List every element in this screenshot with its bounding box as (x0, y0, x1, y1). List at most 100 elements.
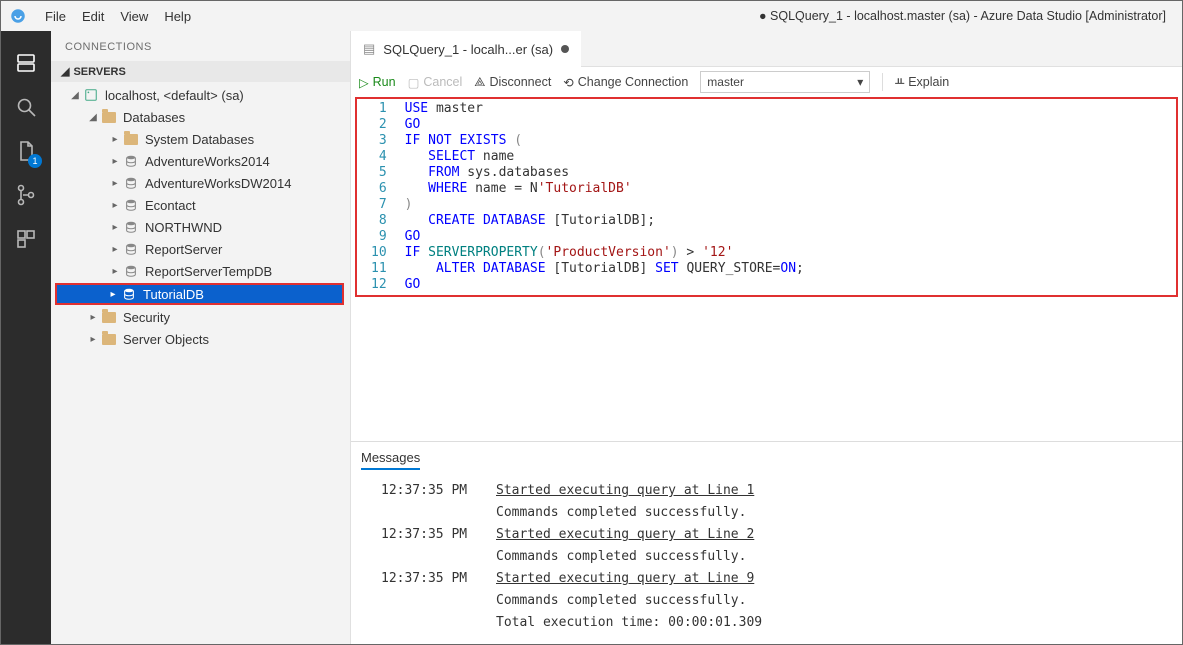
chevron-down-icon: ▾ (857, 75, 863, 89)
app-icon (9, 7, 27, 25)
db-label: Econtact (145, 198, 196, 213)
message-sub: Commands completed successfully. (361, 502, 1172, 524)
database-select-value: master (707, 75, 744, 89)
messages-body: 12:37:35 PM Started executing query at Li… (361, 480, 1172, 634)
message-text: Started executing query at Line 2 (496, 524, 754, 546)
db-label: TutorialDB (143, 287, 204, 302)
change-connection-button[interactable]: ⟲Change Connection (563, 75, 688, 90)
sidebar: CONNECTIONS ◢ SERVERS ◢ localhost, <defa… (51, 31, 351, 644)
folder-icon (123, 131, 139, 147)
database-icon (123, 241, 139, 257)
sidebar-title: CONNECTIONS (51, 31, 350, 61)
message-time: 12:37:35 PM (381, 568, 476, 590)
message-sub: Commands completed successfully. (361, 546, 1172, 568)
dirty-indicator-icon (561, 45, 569, 53)
database-icon (123, 263, 139, 279)
db-node-adventureworks2014[interactable]: ▸AdventureWorks2014 (51, 150, 350, 172)
separator (882, 73, 883, 91)
message-row: 12:37:35 PM Started executing query at Li… (361, 568, 1172, 590)
menu-edit[interactable]: Edit (74, 5, 112, 28)
file-icon: ▤ (363, 41, 375, 57)
database-icon (123, 219, 139, 235)
message-time: 12:37:35 PM (381, 524, 476, 546)
servers-activity-icon[interactable] (2, 41, 50, 85)
servers-section-header[interactable]: ◢ SERVERS (51, 61, 350, 82)
db-node-econtact[interactable]: ▸ Econtact (51, 194, 350, 216)
db-node-reportservertempdb[interactable]: ▸ReportServerTempDB (51, 260, 350, 282)
server-node[interactable]: ◢ localhost, <default> (sa) (51, 84, 350, 106)
databases-folder-node[interactable]: ◢ Databases (51, 106, 350, 128)
server-icon (83, 87, 99, 103)
chevron-right-icon: ▸ (87, 334, 99, 345)
databases-label: Databases (123, 110, 185, 125)
play-icon: ▷ (359, 75, 369, 90)
tab-bar: ▤ SQLQuery_1 - localh...er (sa) (351, 31, 1182, 67)
chevron-right-icon: ▸ (109, 222, 121, 233)
section-label: SERVERS (73, 66, 125, 78)
chevron-right-icon: ▸ (87, 312, 99, 323)
message-row: 12:37:35 PM Started executing query at Li… (361, 524, 1172, 546)
chevron-right-icon: ▸ (109, 134, 121, 145)
activity-bar: 1 (1, 31, 51, 644)
tab-sqlquery1[interactable]: ▤ SQLQuery_1 - localh...er (sa) (351, 31, 581, 67)
disconnect-button[interactable]: ⟁Disconnect (474, 75, 551, 90)
search-activity-icon[interactable] (2, 85, 50, 129)
stop-icon: ▢ (408, 75, 420, 90)
chevron-down-icon: ◢ (69, 90, 81, 101)
folder-icon (101, 309, 117, 325)
chevron-right-icon: ▸ (109, 200, 121, 211)
message-row: 12:37:35 PM Started executing query at Li… (361, 480, 1172, 502)
menubar: FileEditViewHelp ● SQLQuery_1 - localhos… (1, 1, 1182, 31)
menu-view[interactable]: View (112, 5, 156, 28)
folder-node-server-objects[interactable]: ▸ Server Objects (51, 328, 350, 350)
tab-label: SQLQuery_1 - localh...er (sa) (383, 42, 553, 57)
explorer-activity-icon[interactable]: 1 (2, 129, 50, 173)
chevron-down-icon: ◢ (61, 65, 69, 78)
code-highlight-box: 123456789101112 USE masterGOIF NOT EXIST… (355, 97, 1178, 297)
explain-button[interactable]: ᚇExplain (895, 75, 949, 90)
chevron-right-icon: ▸ (109, 178, 121, 189)
message-sub: Commands completed successfully. (361, 590, 1172, 612)
db-node-system databases[interactable]: ▸ System Databases (51, 128, 350, 150)
message-sub: Total execution time: 00:00:01.309 (361, 612, 1172, 634)
extensions-activity-icon[interactable] (2, 217, 50, 261)
menu-file[interactable]: File (37, 5, 74, 28)
change-connection-icon: ⟲ (563, 75, 573, 90)
database-select[interactable]: master ▾ (700, 71, 870, 93)
database-icon (123, 175, 139, 191)
database-icon (123, 153, 139, 169)
messages-header[interactable]: Messages (361, 450, 420, 470)
db-node-northwnd[interactable]: ▸ NORTHWND (51, 216, 350, 238)
folder-label: Security (123, 310, 170, 325)
badge: 1 (28, 154, 42, 168)
folder-node-security[interactable]: ▸ Security (51, 306, 350, 328)
message-time: 12:37:35 PM (381, 480, 476, 502)
db-node-adventureworksdw2014[interactable]: ▸AdventureWorksDW2014 (51, 172, 350, 194)
db-label: System Databases (145, 132, 254, 147)
source-control-activity-icon[interactable] (2, 173, 50, 217)
menu-help[interactable]: Help (156, 5, 199, 28)
server-tree: ◢ localhost, <default> (sa) ◢ Databases … (51, 82, 350, 352)
cancel-button[interactable]: ▢Cancel (408, 75, 463, 90)
db-node-tutorialdb[interactable]: ▸ TutorialDB (55, 283, 344, 305)
folder-icon (101, 331, 117, 347)
chevron-down-icon: ◢ (87, 112, 99, 123)
server-label: localhost, <default> (sa) (105, 88, 244, 103)
chevron-right-icon: ▸ (109, 156, 121, 167)
chevron-right-icon: ▸ (109, 244, 121, 255)
chevron-right-icon: ▸ (107, 289, 119, 300)
message-text: Started executing query at Line 1 (496, 480, 754, 502)
folder-label: Server Objects (123, 332, 209, 347)
message-text: Started executing query at Line 9 (496, 568, 754, 590)
db-label: NORTHWND (145, 220, 222, 235)
explain-icon: ᚇ (895, 75, 904, 90)
code-lines[interactable]: USE masterGOIF NOT EXISTS ( SELECT name … (397, 99, 812, 295)
database-icon (121, 286, 137, 302)
window-title: ● SQLQuery_1 - localhost.master (sa) - A… (759, 9, 1174, 23)
code-editor[interactable]: 123456789101112 USE masterGOIF NOT EXIST… (357, 99, 1176, 295)
db-label: ReportServerTempDB (145, 264, 272, 279)
run-button[interactable]: ▷Run (359, 75, 396, 90)
line-gutter: 123456789101112 (357, 99, 397, 295)
db-node-reportserver[interactable]: ▸ ReportServer (51, 238, 350, 260)
db-label: ReportServer (145, 242, 222, 257)
